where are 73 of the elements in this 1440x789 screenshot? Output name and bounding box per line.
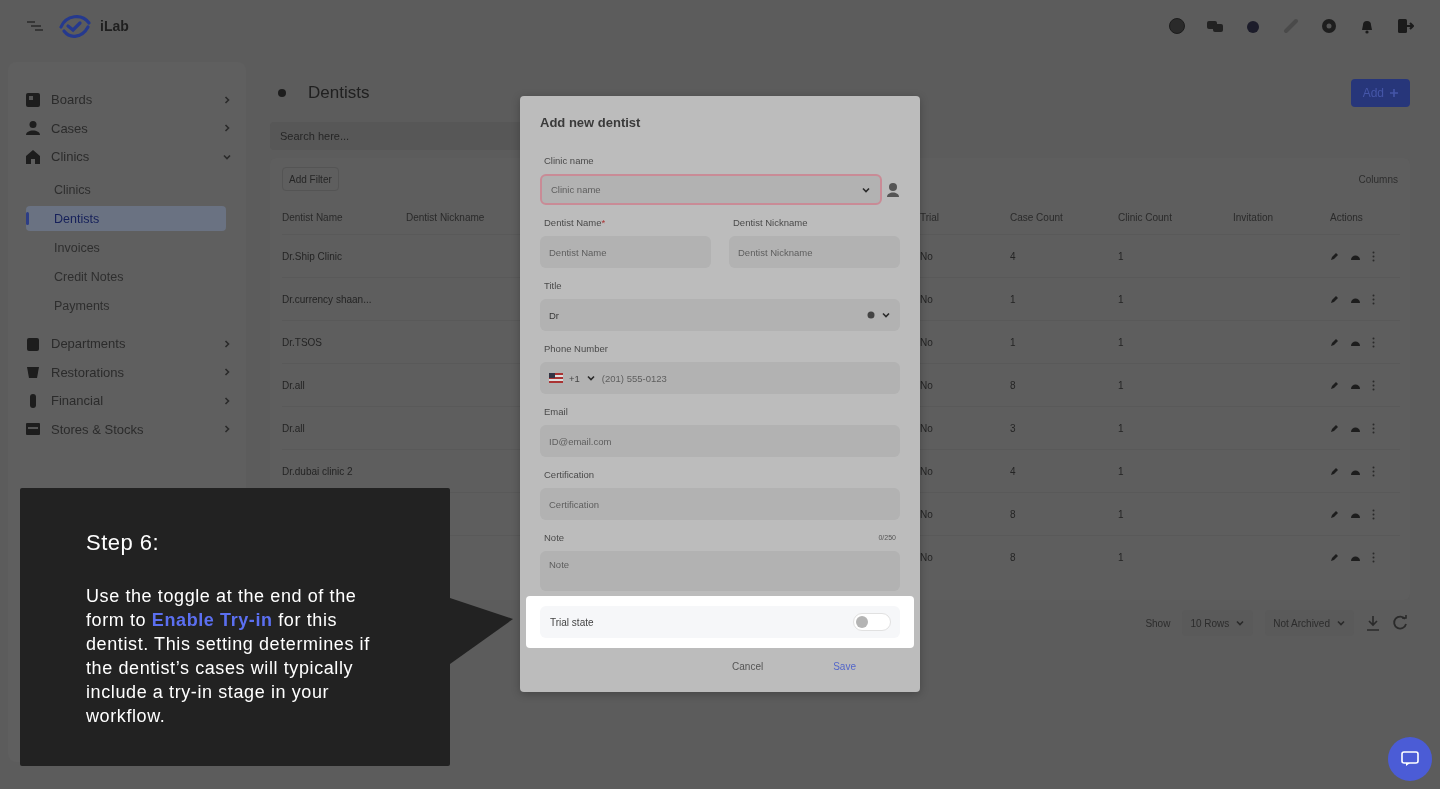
pencil-icon[interactable] — [1330, 466, 1339, 476]
table-cell: 8 — [1010, 379, 1016, 391]
chevron-right-icon — [222, 338, 232, 349]
table-cell: 4 — [1010, 465, 1016, 477]
note-textarea[interactable]: Note — [540, 551, 900, 591]
chevron-right-icon — [222, 94, 232, 105]
field-label: Title — [544, 279, 562, 293]
required-mark: * — [601, 216, 606, 230]
table-cell: 8 — [1010, 551, 1016, 563]
toggle-switch[interactable] — [853, 613, 891, 631]
table-cell: 4 — [1010, 250, 1016, 262]
table-cell: Dr.Ship Clinic — [282, 250, 343, 262]
clinic-select[interactable]: Clinic name — [540, 174, 882, 205]
pencil-icon[interactable] — [1330, 552, 1339, 562]
store-icon — [25, 421, 41, 437]
input-field[interactable]: Dentist Nickname — [729, 236, 900, 268]
table-cell: Dr.TSOS — [282, 336, 322, 348]
field-label: Dentist Nickname — [733, 216, 808, 230]
field-label: Dentist Name — [544, 216, 602, 230]
chevron-down-icon — [585, 373, 596, 383]
flag-icon — [549, 373, 563, 383]
pencil-icon[interactable] — [1330, 294, 1339, 304]
field-label: Clinic name — [544, 154, 594, 168]
pencil-icon[interactable] — [1330, 509, 1339, 519]
dialog-title: Add new dentist — [540, 114, 642, 132]
person-add-icon[interactable] — [886, 181, 900, 198]
phone-field[interactable]: +1 (201) 555-0123 — [540, 362, 900, 394]
person-icon — [25, 120, 41, 136]
step-description: Use the toggle at the end of the form to Enable Try-in for this dentist. This setting determines if the dentist’s cases will typically include a try-in stage in your workflow. — [86, 585, 371, 728]
chevron-down-icon — [1336, 618, 1346, 628]
toggle-label: Trial state — [550, 616, 594, 628]
chevron-right-icon — [222, 395, 232, 406]
page-title: Dentists — [308, 83, 370, 103]
table-cell: Dr.all — [282, 379, 305, 391]
field-label: Email — [544, 405, 568, 419]
chevron-down-icon — [1235, 618, 1246, 628]
plus-icon — [1390, 89, 1398, 97]
title-select[interactable]: Dr — [540, 299, 900, 331]
cancel-button[interactable]: Cancel — [726, 660, 770, 673]
download-icon[interactable] — [1366, 615, 1380, 631]
sidebar-subitem[interactable]: Dentists — [26, 206, 226, 231]
table-cell: Dr.all — [282, 422, 305, 434]
pencil-icon[interactable] — [1330, 423, 1339, 433]
chat-button[interactable] — [1388, 737, 1432, 781]
save-button[interactable]: Save — [827, 660, 862, 673]
pencil-icon[interactable] — [1330, 337, 1339, 347]
pencil-icon[interactable] — [1330, 380, 1339, 390]
chat-icon — [1401, 751, 1419, 767]
bullet-icon — [278, 89, 286, 97]
input-field[interactable]: Dentist Name — [540, 236, 711, 268]
settings-icon[interactable] — [1320, 17, 1338, 35]
clear-icon[interactable] — [867, 311, 875, 319]
input-field[interactable]: Certification — [540, 488, 900, 520]
add-filter-button[interactable]: Add Filter — [282, 167, 339, 191]
step-title: Step 6: — [86, 529, 161, 557]
table-cell: 3 — [1010, 422, 1016, 434]
chevron-right-icon — [222, 367, 232, 377]
logo-icon — [58, 13, 92, 39]
menu-icon[interactable] — [26, 20, 44, 32]
building-icon — [25, 148, 41, 165]
chevron-right-icon — [222, 123, 232, 133]
field-label: Certification — [544, 468, 595, 482]
table-cell: 8 — [1010, 508, 1016, 520]
app-name: iLab — [100, 18, 129, 34]
field-label: Phone Number — [544, 342, 608, 356]
pencil-icon[interactable] — [1330, 251, 1339, 261]
refresh-icon[interactable] — [1392, 615, 1408, 631]
field-label: Note — [544, 531, 565, 545]
chevron-right-icon — [222, 424, 232, 434]
board-icon — [25, 91, 41, 108]
input-field[interactable]: ID@email.com — [540, 425, 900, 457]
logout-icon[interactable] — [1396, 17, 1414, 35]
chevron-down-icon — [881, 310, 891, 320]
